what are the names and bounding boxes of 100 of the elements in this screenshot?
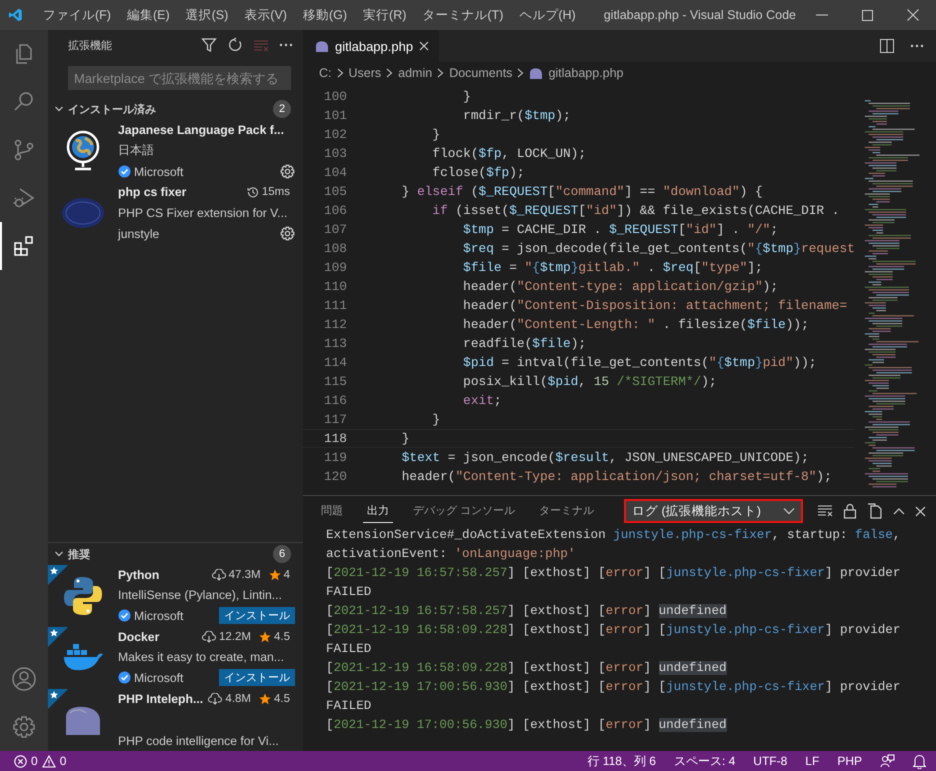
line-number: 115 — [322, 373, 347, 391]
download-count: 47.3M — [228, 569, 261, 581]
code-line: rmdir_r($tmp); — [462, 107, 571, 125]
line-number: 110 — [322, 278, 347, 296]
menu-item[interactable]: ファイル(F) — [34, 6, 119, 24]
status-item[interactable]: 行 118、列 6 — [587, 752, 656, 770]
code-line: header("Content-Length: " . filesize($file)); — [462, 316, 809, 334]
line-number: 101 — [322, 107, 347, 125]
warning-count[interactable]: 0 — [60, 754, 66, 768]
download-count: 12.2M — [219, 631, 251, 643]
code-line: $pid = intval(file_get_contents("{$tmp}pid")); — [462, 354, 816, 372]
code-line: $req = json_decode(file_get_contents("{$tmp}request — [462, 240, 855, 258]
code-line: fclose($fp); — [431, 164, 525, 182]
rating: 4 — [284, 569, 290, 581]
code-line: $tmp = CACHE_DIR . $_REQUEST["id"] . "/"; — [462, 221, 778, 239]
line-number: 105 — [322, 183, 347, 201]
editor-tab[interactable]: gitlabapp.php — [303, 30, 440, 62]
menu-item[interactable]: ヘルプ(H) — [511, 6, 584, 24]
line-number: 109 — [322, 259, 347, 277]
section-title[interactable]: インストール済み — [68, 102, 269, 116]
download-count: 4.8M — [225, 693, 251, 705]
code-line: } — [431, 411, 440, 429]
count-badge: 2 — [273, 100, 291, 118]
sidebar-title: 拡張機能 — [68, 38, 113, 52]
extension-description: PHP code intelligence for Vi... — [118, 734, 279, 748]
menu-item[interactable]: 実行(R) — [355, 6, 414, 24]
extension-name[interactable]: php cs fixer — [118, 185, 186, 199]
panel-tab[interactable]: 出力 — [363, 499, 393, 523]
line-number: 114 — [322, 354, 347, 372]
code-line: header("Content-Disposition: attachment; filename= — [462, 297, 848, 315]
code-line: if (isset($_REQUEST["id"]) && file_exists(CACHE_DIR . — [431, 202, 840, 220]
log-line: FAILED — [326, 641, 372, 658]
code-line: } — [400, 430, 410, 447]
log-line: [2021-12-19 16:58:09.228] [exthost] [error] undefined — [326, 660, 728, 677]
line-number: 107 — [322, 221, 347, 239]
log-line: [2021-12-19 16:57:58.257] [exthost] [error] undefined — [326, 603, 728, 620]
code-line: $file = "{$tmp}gitlab." . $req["type"]; — [462, 259, 763, 277]
status-item[interactable]: PHP — [837, 754, 862, 768]
code-line: flock($fp, LOCK_UN); — [431, 145, 586, 163]
menu-item[interactable]: 編集(E) — [118, 6, 178, 24]
breadcrumb-item[interactable]: Users — [348, 66, 382, 80]
line-number: 103 — [322, 145, 347, 163]
output-channel-dropdown[interactable]: ログ (拡張機能ホスト) — [624, 499, 804, 523]
code-line: header("Content-type: application/gzip"); — [462, 278, 778, 296]
search-field[interactable]: Marketplace で拡張機能を検索する — [68, 66, 291, 90]
code-line: posix_kill($pid, 15 /*SIGTERM*/); — [462, 373, 717, 391]
menu-item[interactable]: 表示(V) — [236, 6, 295, 24]
code-line: readfile($file); — [462, 335, 586, 353]
code-line: $text = json_encode($result, JSON_UNESCAPED_UNICODE); — [400, 449, 809, 467]
extension-name[interactable]: Python — [118, 568, 160, 582]
line-number: 102 — [322, 126, 347, 144]
breadcrumb-item[interactable]: gitlabapp.php — [548, 66, 624, 80]
count-badge: 6 — [273, 545, 291, 563]
panel-tab[interactable]: デバッグ コンソール — [409, 499, 520, 523]
log-line: [2021-12-19 16:58:09.228] [exthost] [error] [junstyle.php-cs-fixer] provider — [326, 622, 902, 639]
install-button[interactable]: インストール — [219, 669, 295, 686]
install-button[interactable]: インストール — [219, 607, 295, 624]
log-line: activationEvent: 'onLanguage:php' — [326, 546, 576, 563]
rating: 4.5 — [274, 693, 290, 705]
status-item[interactable]: UTF-8 — [753, 754, 788, 768]
code-line: exit; — [462, 392, 502, 410]
window-title: gitlabapp.php - Visual Studio Code — [602, 8, 796, 22]
menu-item[interactable]: 移動(G) — [294, 6, 356, 24]
section-title[interactable]: 推奨 — [68, 546, 269, 562]
line-number: 108 — [322, 240, 347, 258]
line-number: 120 — [322, 468, 347, 486]
publisher-name[interactable]: junstyle — [118, 226, 160, 240]
line-number: 118 — [322, 430, 347, 447]
extension-name[interactable]: Docker — [118, 630, 160, 644]
code-line: header("Content-Type: application/json; charset=utf-8"); — [400, 468, 832, 486]
log-line: [2021-12-19 16:57:58.257] [exthost] [error] [junstyle.php-cs-fixer] provider — [326, 565, 902, 582]
extension-description: 日本語 — [118, 142, 154, 159]
menu-item[interactable]: ターミナル(T) — [414, 6, 512, 24]
log-line: ExtensionService#_doActivateExtension junstyle.php-cs-fixer, startup: false, — [326, 527, 902, 544]
breadcrumb-item[interactable]: admin — [398, 66, 432, 80]
log-line: FAILED — [326, 584, 372, 601]
breadcrumb-item[interactable]: Documents — [449, 66, 512, 80]
extension-description: IntelliSense (Pylance), Lintin... — [118, 588, 282, 602]
status-item[interactable]: スペース: 4 — [674, 752, 736, 770]
error-count[interactable]: 0 — [31, 754, 38, 768]
rating: 4.5 — [274, 631, 290, 643]
code-line: } elseif ($_REQUEST["command"] == "download") { — [400, 183, 763, 201]
breadcrumb-item[interactable]: C: — [319, 66, 332, 80]
log-line: [2021-12-19 17:00:56.930] [exthost] [error] undefined — [326, 717, 728, 734]
publisher-name[interactable]: Microsoft — [134, 164, 184, 178]
line-number: 117 — [322, 411, 347, 429]
line-number: 106 — [322, 202, 347, 220]
panel-tab[interactable]: 問題 — [317, 499, 347, 523]
extension-description: PHP CS Fixer extension for V... — [118, 206, 288, 220]
code-line: } — [431, 126, 440, 144]
panel-tab[interactable]: ターミナル — [535, 499, 598, 523]
status-item[interactable]: LF — [805, 754, 820, 768]
log-line: FAILED — [326, 698, 372, 715]
menu-item[interactable]: 選択(S) — [178, 6, 236, 24]
extension-name[interactable]: Japanese Language Pack f... — [118, 123, 284, 137]
publisher-name[interactable]: Microsoft — [134, 670, 184, 684]
line-number: 119 — [322, 449, 347, 467]
publisher-name[interactable]: Microsoft — [134, 608, 184, 622]
extension-name[interactable]: PHP Inteleph... — [118, 692, 204, 706]
activation-time: 15ms — [262, 186, 290, 198]
